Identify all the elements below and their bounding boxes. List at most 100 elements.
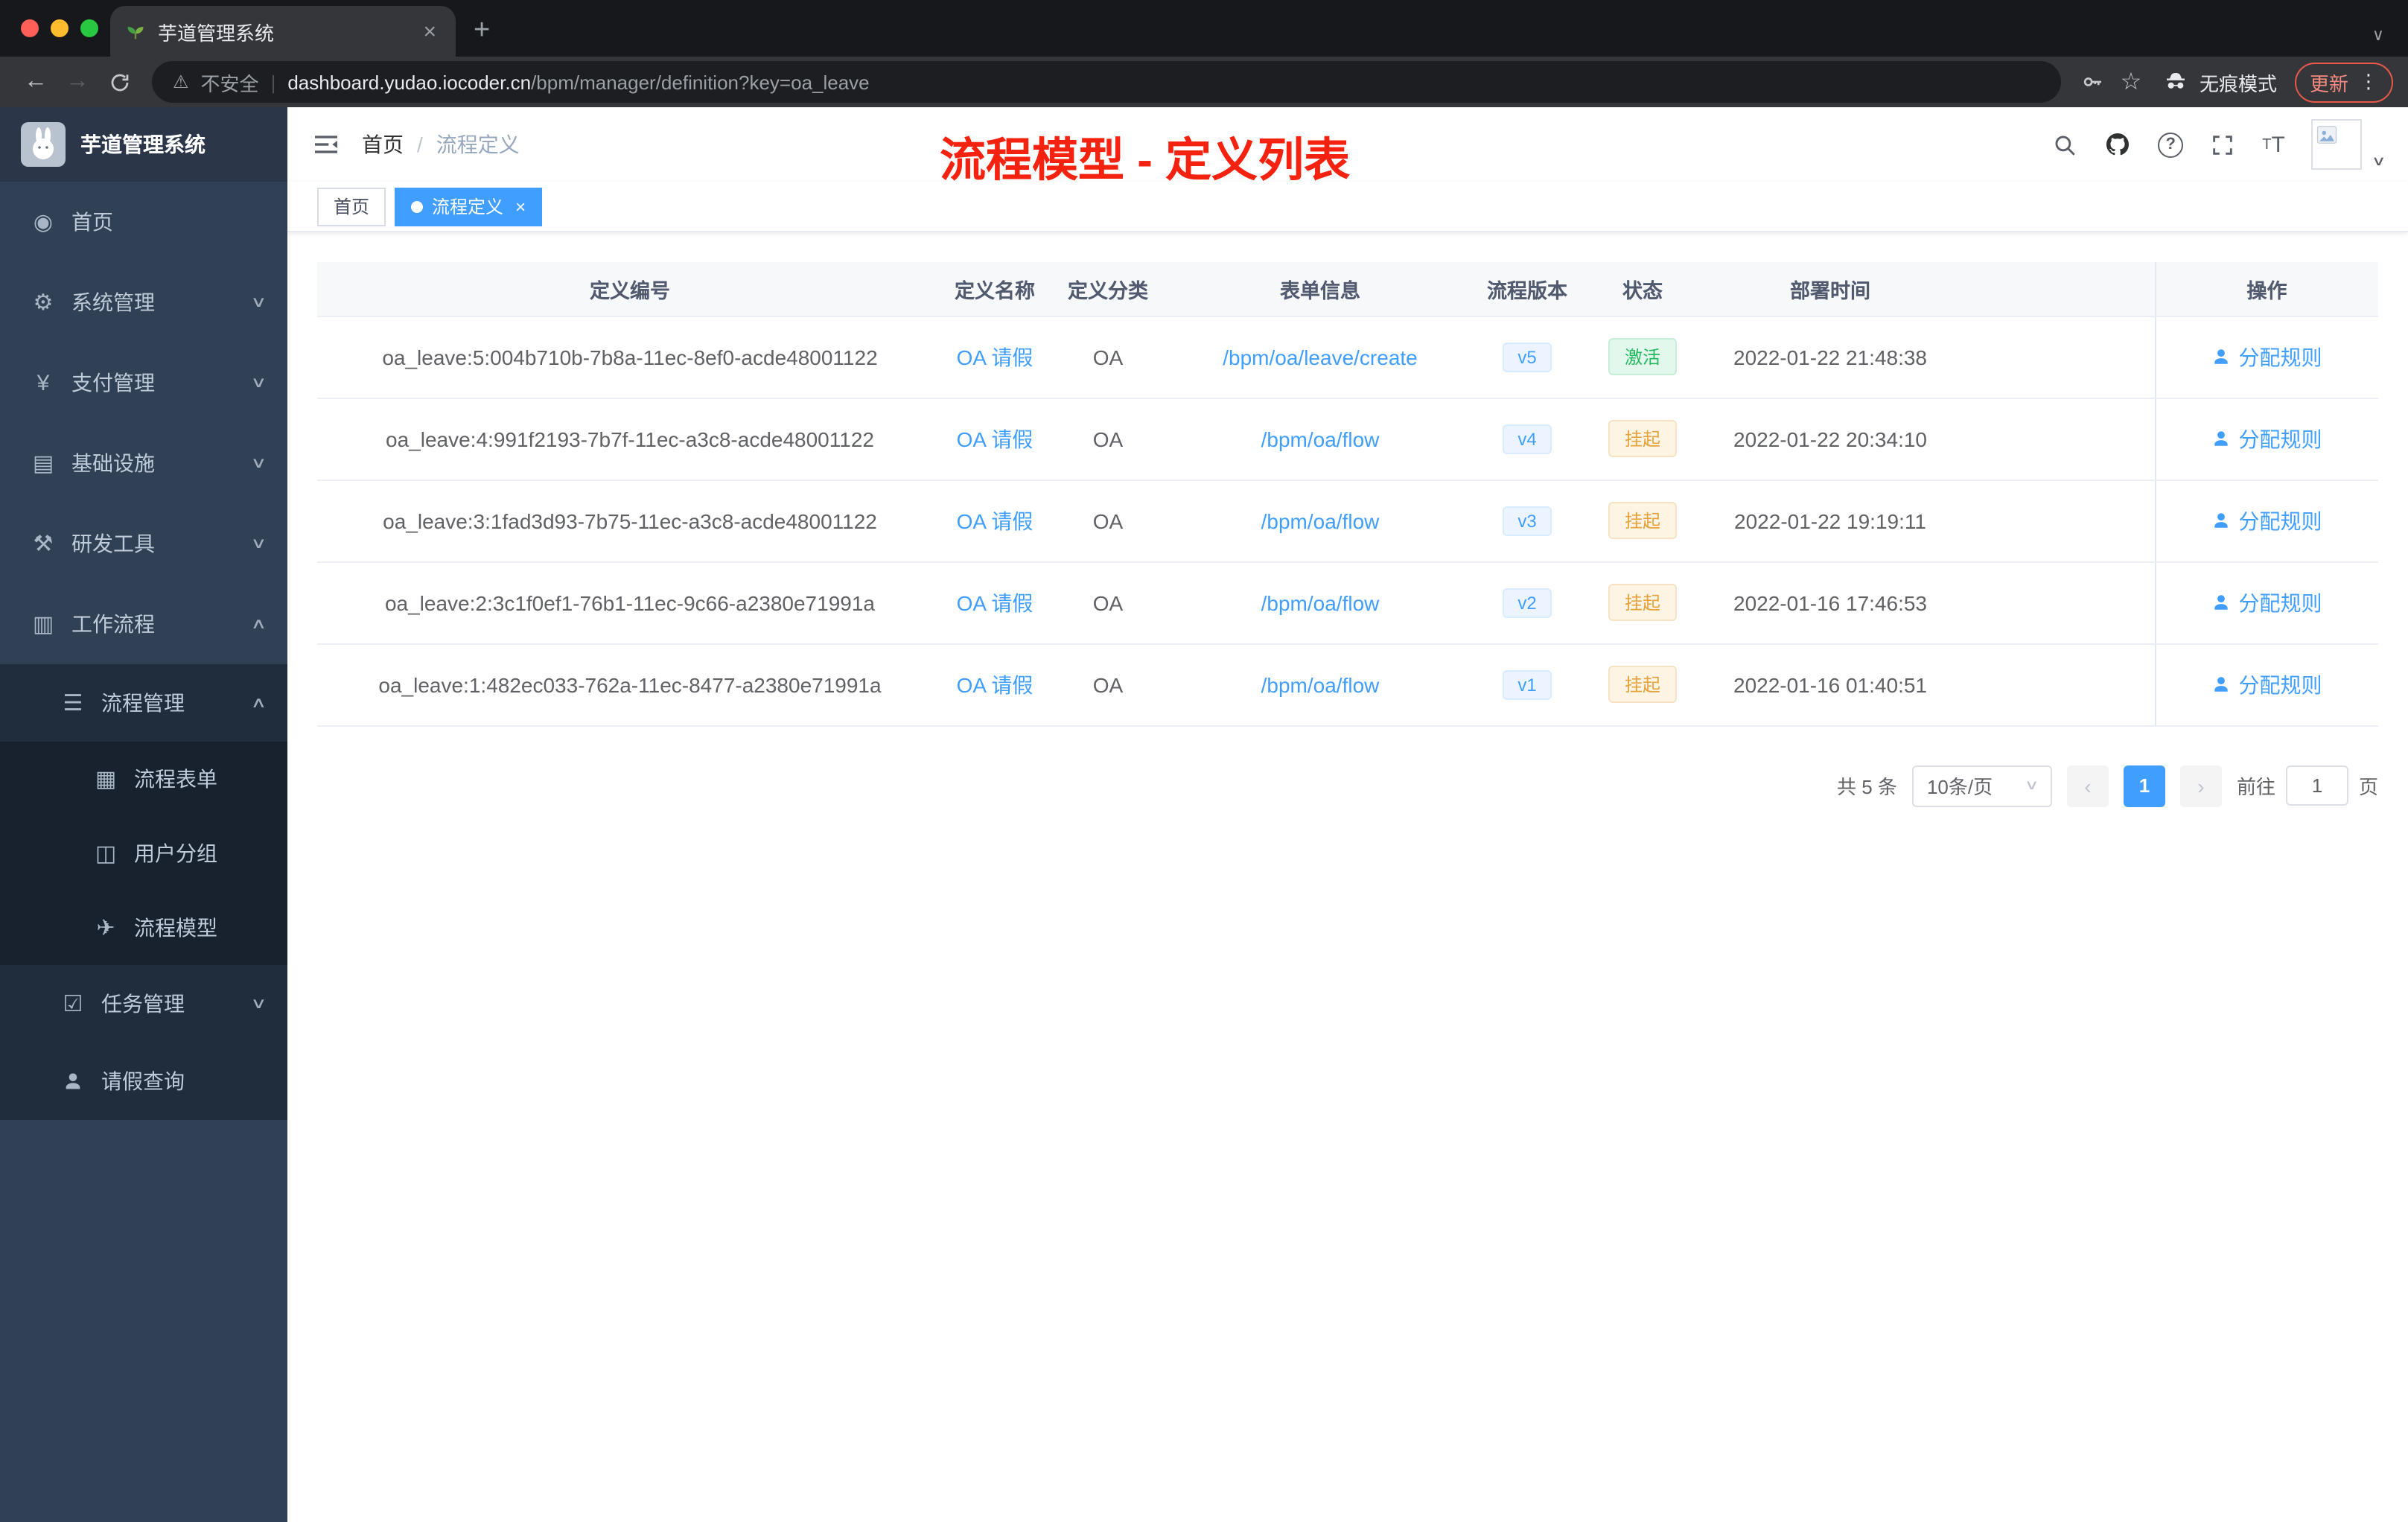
brand: 芋道管理系统 [0,107,287,182]
definition-name-link[interactable]: OA 请假 [957,345,1033,369]
breadcrumb: 首页 / 流程定义 [362,130,520,159]
assign-rule-link[interactable]: 分配规则 [2212,342,2322,372]
tag-home[interactable]: 首页 [317,187,386,226]
back-button[interactable]: ← [15,61,57,103]
sidebar-item-dev-tools[interactable]: ⚒ 研发工具 ∨ [0,503,287,584]
next-page-button[interactable]: › [2179,765,2222,806]
screen: 芋道管理系统 × + ∨ ← → ⚠ 不安全 | dashboard.yudao… [0,0,2408,1522]
browser-toolbar: ← → ⚠ 不安全 | dashboard.yudao.iocoder.cn/b… [0,57,2408,107]
status-badge: 挂起 [1608,420,1677,457]
deploy-time: 2022-01-22 20:34:10 [1702,398,1958,480]
app-frame: 芋道管理系统 ◉ 首页 ⚙ 系统管理 ∨ ¥ 支付管理 ∨ ▤ 基础设施 ∨ ⚒… [0,107,2408,1522]
assign-rule-link[interactable]: 分配规则 [2212,424,2322,453]
search-icon[interactable] [2052,132,2077,157]
leave-query-icon [60,1071,86,1092]
column-header: 定义编号 [317,262,943,316]
assign-rule-link[interactable]: 分配规则 [2212,669,2322,699]
password-key-icon[interactable] [2073,63,2112,101]
definition-id: oa_leave:4:991f2193-7b7f-11ec-a3c8-acde4… [317,398,943,480]
top-header: 首页 / 流程定义 ? TT ∨ [287,107,2408,182]
definition-name-link[interactable]: OA 请假 [957,672,1033,696]
url-text: dashboard.yudao.iocoder.cn/bpm/manager/d… [287,71,869,93]
cell-spacer [1958,398,2155,480]
sidebar-item-leave-query[interactable]: 请假查询 [0,1042,287,1120]
table-row: oa_leave:3:1fad3d93-7b75-11ec-a3c8-acde4… [317,480,2378,562]
deploy-time: 2022-01-16 01:40:51 [1702,643,1958,726]
browser-tab[interactable]: 芋道管理系统 × [110,6,456,57]
status-badge: 挂起 [1608,666,1677,703]
tab-title: 芋道管理系统 [158,22,275,44]
avatar-caret-icon[interactable]: ∨ [2372,153,2387,169]
menu-dots-icon[interactable]: ⋮ [2359,70,2378,94]
version-badge: v3 [1503,506,1552,535]
update-button[interactable]: 更新 ⋮ [2294,62,2393,102]
prev-page-button[interactable]: ‹ [2066,765,2109,806]
tab-close-icon[interactable]: × [418,19,441,44]
sidebar-item-process-form[interactable]: ▦ 流程表单 [0,742,287,816]
tab-search-chevron-icon[interactable]: ∨ [2372,25,2384,45]
sidebar-item-process-management[interactable]: ☰ 流程管理 ∧ [0,664,287,742]
form-link[interactable]: /bpm/oa/flow [1261,509,1380,532]
bookmark-star-icon[interactable]: ☆ [2112,63,2150,101]
definition-name-link[interactable]: OA 请假 [957,427,1033,450]
table-row: oa_leave:4:991f2193-7b7f-11ec-a3c8-acde4… [317,398,2378,480]
brand-logo-avatar [21,122,66,167]
column-header: 流程版本 [1471,262,1583,316]
user-group-icon: ◫ [95,841,117,867]
update-label: 更新 [2309,72,2348,95]
page-size-select[interactable]: 10条/页 ∨ [1911,765,2052,806]
sidebar-item-system-management[interactable]: ⚙ 系统管理 ∨ [0,262,287,343]
tag-process-definition[interactable]: 流程定义 × [395,187,543,226]
form-link[interactable]: /bpm/oa/flow [1261,672,1380,696]
tab-favicon-seedling-icon [125,21,146,42]
version-badge: v2 [1503,588,1552,617]
sidebar-item-payment-management[interactable]: ¥ 支付管理 ∨ [0,343,287,423]
help-icon[interactable]: ? [2158,132,2184,157]
sidebar-item-workflow[interactable]: ▥ 工作流程 ∧ [0,584,287,664]
sidebar-item-task-management[interactable]: ☑ 任务管理 ∨ [0,965,287,1042]
column-spacer [1958,262,2155,316]
process-form-icon: ▦ [95,767,117,792]
payment-icon: ¥ [36,370,50,395]
sidebar-item-process-model[interactable]: ✈ 流程模型 [0,891,287,965]
form-link[interactable]: /bpm/oa/flow [1261,427,1380,450]
minimize-window-button[interactable] [51,19,69,37]
form-link[interactable]: /bpm/oa/flow [1261,590,1380,614]
column-header: 定义名称 [943,262,1047,316]
definition-name-link[interactable]: OA 请假 [957,590,1033,614]
pagination-total: 共 5 条 [1837,776,1897,798]
forward-button[interactable]: → [57,61,98,103]
sidebar-item-user-group[interactable]: ◫ 用户分组 [0,816,287,891]
avatar[interactable] [2311,119,2363,170]
font-size-icon[interactable]: TT [2262,132,2285,157]
column-header: 定义分类 [1047,262,1169,316]
main-panel: 流程模型 - 定义列表 首页 / 流程定义 ? T T ∨ 首页 流程定义 × … [287,107,2408,1522]
task-management-icon: ☑ [63,992,83,1017]
new-tab-button[interactable]: + [456,6,508,57]
tag-close-icon[interactable]: × [512,196,526,217]
address-bar[interactable]: ⚠ 不安全 | dashboard.yudao.iocoder.cn/bpm/m… [152,61,2061,103]
github-icon[interactable] [2104,131,2131,158]
assign-rule-link[interactable]: 分配规则 [2212,506,2322,535]
sidebar-item-infrastructure[interactable]: ▤ 基础设施 ∨ [0,423,287,503]
definition-id: oa_leave:5:004b710b-7b8a-11ec-8ef0-acde4… [317,316,943,398]
sidebar-collapse-icon[interactable] [311,130,341,159]
sidebar-item-home[interactable]: ◉ 首页 [0,182,287,262]
reload-button[interactable] [98,61,140,103]
breadcrumb-home[interactable]: 首页 [362,130,404,159]
brand-title: 芋道管理系统 [80,133,206,156]
assign-rule-link[interactable]: 分配规则 [2212,588,2322,617]
form-link[interactable]: /bpm/oa/leave/create [1223,345,1418,369]
incognito-icon [2162,69,2189,95]
chevron-down-icon: ∨ [249,996,267,1012]
breadcrumb-separator: / [417,133,423,156]
definition-name-link[interactable]: OA 请假 [957,509,1033,532]
goto-page-input[interactable] [2285,765,2348,806]
sidebar: 芋道管理系统 ◉ 首页 ⚙ 系统管理 ∨ ¥ 支付管理 ∨ ▤ 基础设施 ∨ ⚒… [0,107,287,1522]
content-area: 定义编号 定义名称 定义分类 表单信息 流程版本 状态 部署时间 操作 oa_l… [287,232,2408,1522]
fullscreen-icon[interactable] [2210,132,2235,157]
security-label: 不安全 [200,72,259,95]
close-window-button[interactable] [21,19,39,37]
current-page-button[interactable]: 1 [2123,765,2165,806]
zoom-window-button[interactable] [80,19,98,37]
